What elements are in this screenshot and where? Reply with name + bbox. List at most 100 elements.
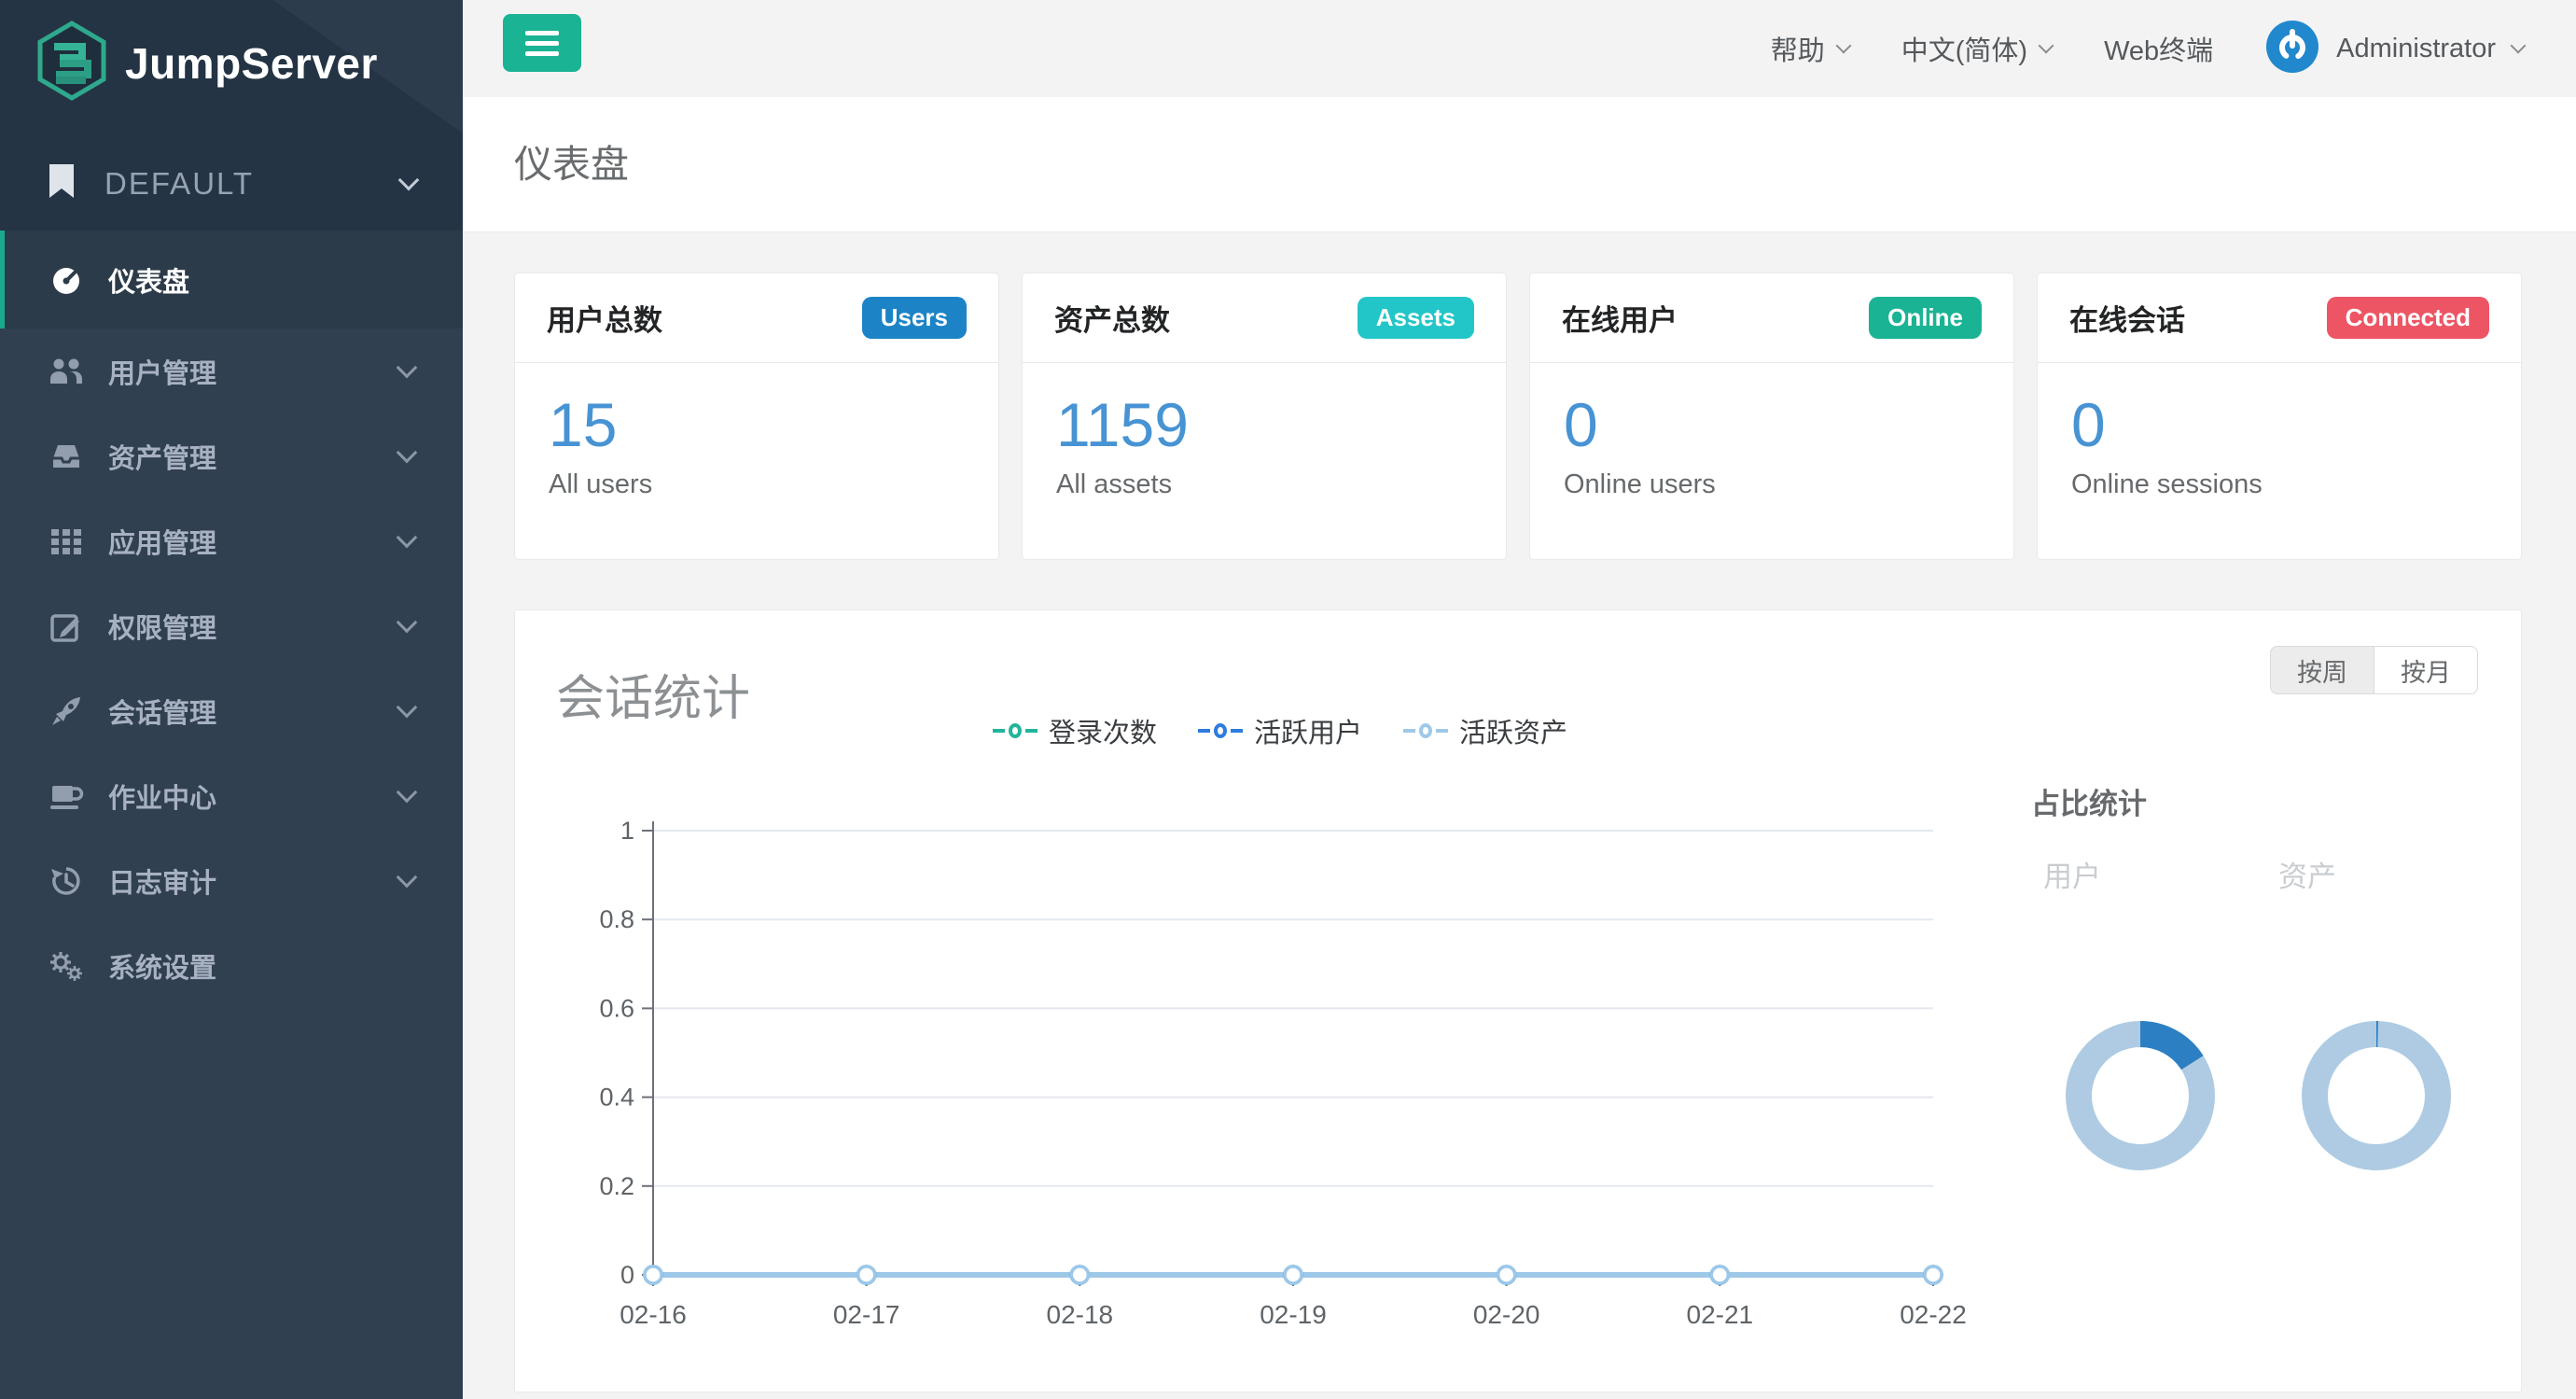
stat-caption: All users [549,469,965,500]
range-month-button[interactable]: 按月 [2374,646,2478,694]
chevron-down-icon [397,781,418,803]
status-badge: Online [1869,297,1982,339]
stat-card-users: 用户总数 Users 15 All users [514,273,999,560]
stat-card-title: 在线会话 [2069,297,2185,339]
svg-text:0.8: 0.8 [599,905,634,933]
svg-text:0.6: 0.6 [599,994,634,1022]
users-icon [49,356,84,387]
svg-text:02-22: 02-22 [1900,1300,1967,1329]
topbar-right: 帮助 中文(简体) Web终端 Administrator [1771,0,2524,97]
stat-card-assets: 资产总数 Assets 1159 All assets [1022,273,1507,560]
org-selector[interactable]: DEFAULT [0,136,463,231]
topbar: 帮助 中文(简体) Web终端 Administrator [463,0,2576,97]
stat-card-online-users: 在线用户 Online 0 Online users [1529,273,2014,560]
stat-caption: Online sessions [2071,469,2487,500]
svg-text:02-20: 02-20 [1473,1300,1540,1329]
stat-value-link[interactable]: 1159 [1056,389,1472,460]
svg-text:0: 0 [620,1261,634,1289]
ratio-label-assets: 资产 [2278,853,2336,895]
chevron-down-icon [2039,38,2054,54]
ratio-label-users: 用户 [2043,853,2101,895]
svg-text:0.4: 0.4 [599,1084,634,1112]
svg-text:02-19: 02-19 [1260,1300,1327,1329]
history-icon [49,864,84,898]
app-logo[interactable]: JumpServer [35,21,378,105]
sidebar-item-audits[interactable]: 日志审计 [0,838,463,923]
range-week-button[interactable]: 按周 [2270,646,2374,694]
status-badge: Connected [2327,297,2489,339]
grid-icon [49,525,84,557]
svg-text:02-17: 02-17 [833,1300,900,1329]
stat-value-link[interactable]: 0 [1564,389,1980,460]
sidebar-item-job-center[interactable]: 作业中心 [0,753,463,838]
session-stats-title: 会话统计 [556,659,750,729]
stat-card-title: 在线用户 [1562,297,1678,339]
stat-value-link[interactable]: 15 [549,389,965,460]
svg-text:02-16: 02-16 [620,1300,687,1329]
jumpserver-hexagon-icon [35,21,108,105]
page-title: 仪表盘 [514,97,629,232]
dashboard-icon [49,263,84,297]
users-donut-chart [2061,1016,2220,1180]
chart-legend: 登录次数 活跃用户 活跃资产 [993,711,1567,750]
chevron-down-icon [398,169,420,190]
chevron-down-icon [397,866,418,888]
sidebar-menu: 仪表盘 用户管理 资产管理 应用管理 权限管理 [0,231,463,1008]
sidebar-toggle-button[interactable] [503,14,581,72]
sessions-line-chart: 00.20.40.60.8102-1602-1702-1802-1902-200… [590,806,1989,1352]
gears-icon [49,949,84,983]
svg-text:0.2: 0.2 [599,1172,634,1200]
stat-cards-row: 用户总数 Users 15 All users 资产总数 Assets 1159… [514,273,2522,560]
sidebar-item-dashboard[interactable]: 仪表盘 [0,231,463,329]
legend-marker-dot [1419,723,1432,738]
stat-caption: Online users [1564,469,1980,500]
range-toggle-group: 按周 按月 [2270,646,2478,694]
chevron-down-icon [1835,38,1851,54]
org-label: DEFAULT [104,166,254,202]
pencil-square-icon [49,609,84,643]
sidebar-item-settings[interactable]: 系统设置 [0,923,463,1008]
stat-value-link[interactable]: 0 [2071,389,2487,460]
sidebar: JumpServer DEFAULT 仪表盘 用户管理 [0,0,463,1399]
web-terminal-link[interactable]: Web终端 [2104,29,2213,68]
stat-caption: All assets [1056,469,1472,500]
legend-marker-dot [1214,723,1227,738]
rocket-icon [49,694,84,728]
legend-marker [1403,729,1415,733]
app-title: JumpServer [125,38,378,89]
legend-marker [993,729,1005,733]
sidebar-item-sessions[interactable]: 会话管理 [0,668,463,753]
chevron-down-icon [397,441,418,463]
jumpserver-dashboard: { "app": { "name": "JumpServer" }, "topb… [0,0,2576,1399]
legend-item-logins[interactable]: 登录次数 [993,711,1157,750]
chevron-down-icon [2511,38,2527,54]
legend-marker [1231,729,1243,733]
sidebar-item-assets[interactable]: 资产管理 [0,413,463,498]
legend-marker [1436,729,1448,733]
sidebar-header: JumpServer DEFAULT [0,0,463,231]
sidebar-item-permissions[interactable]: 权限管理 [0,583,463,668]
legend-item-active-users[interactable]: 活跃用户 [1198,711,1362,750]
ratio-stats-title: 占比统计 [2031,780,2147,822]
username-label: Administrator [2336,34,2496,64]
legend-marker-dot [1009,723,1022,738]
svg-text:02-18: 02-18 [1047,1300,1114,1329]
sidebar-item-applications[interactable]: 应用管理 [0,498,463,583]
stat-card-title: 资产总数 [1054,297,1170,339]
language-menu[interactable]: 中文(简体) [1901,29,2052,68]
bookmark-icon [47,162,77,204]
page-heading: 仪表盘 [463,97,2576,232]
chevron-down-icon [397,357,418,378]
legend-marker [1025,729,1037,733]
status-badge: Users [862,297,967,339]
avatar [2265,20,2319,78]
legend-item-active-assets[interactable]: 活跃资产 [1403,711,1567,750]
status-badge: Assets [1358,297,1474,339]
chevron-down-icon [397,611,418,633]
session-stats-panel: 会话统计 登录次数 活跃用户 活跃资产 按周 按月 00.20.40.60.81… [514,609,2522,1392]
help-menu[interactable]: 帮助 [1771,29,1849,68]
svg-text:02-21: 02-21 [1687,1300,1754,1329]
sidebar-item-users[interactable]: 用户管理 [0,329,463,413]
user-menu[interactable]: Administrator [2265,20,2524,78]
assets-donut-chart [2297,1016,2456,1180]
